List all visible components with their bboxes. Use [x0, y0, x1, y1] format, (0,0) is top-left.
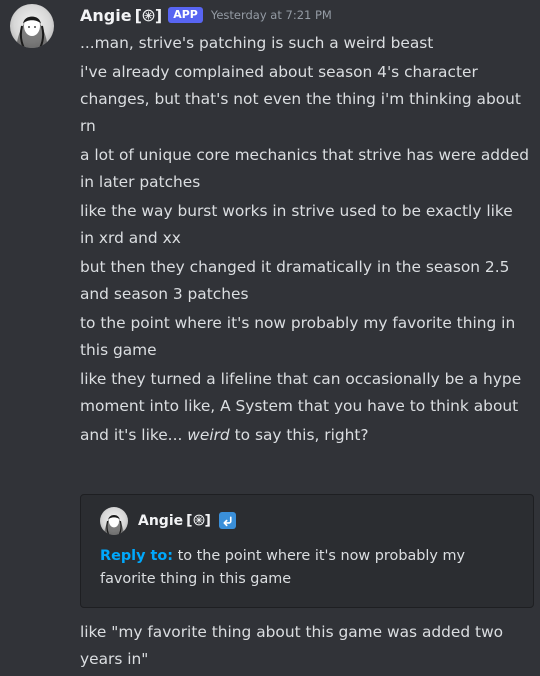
badge-open: [	[134, 5, 142, 25]
timestamp[interactable]: Yesterday at 7:21 PM	[211, 8, 332, 22]
reply-avatar[interactable]	[100, 507, 128, 535]
reply-author-name[interactable]: Angie	[138, 513, 183, 529]
avatar[interactable]	[10, 4, 54, 48]
message-line[interactable]: but then they changed it dramatically in…	[80, 254, 530, 308]
text-suffix: to say this, right?	[229, 426, 369, 444]
text-prefix: and it's like...	[80, 426, 188, 444]
message-line[interactable]: like they turned a lifeline that can occ…	[80, 366, 530, 420]
app-tag: APP	[168, 7, 203, 23]
message-header: Angie [ ] APP Yesterday at 7:21 PM	[80, 4, 332, 26]
server-badge-icon[interactable]: [ ]	[135, 6, 163, 25]
reply-arrow-icon[interactable]	[218, 512, 236, 529]
message-line[interactable]: like the way burst works in strive used …	[80, 198, 530, 252]
message-list: ...man, strive's patching is such a weir…	[80, 30, 530, 451]
message-line[interactable]: a lot of unique core mechanics that stri…	[80, 142, 530, 196]
reply-author: Angie [ ]	[138, 512, 236, 529]
reply-label: Reply to:	[100, 548, 173, 564]
message-line[interactable]: ...man, strive's patching is such a weir…	[80, 30, 530, 57]
message-after-reply: like "my favorite thing about this game …	[80, 619, 530, 675]
message-line[interactable]: i've already complained about season 4's…	[80, 59, 530, 140]
reply-content: Reply to: to the point where it's now pr…	[100, 545, 520, 591]
badge-close: ]	[204, 512, 211, 529]
message-line[interactable]: and it's like... weird to say this, righ…	[80, 422, 530, 449]
author-name[interactable]: Angie	[80, 6, 132, 25]
reply-card[interactable]: Angie [ ] Reply to: to the point where i…	[80, 494, 534, 608]
message-line[interactable]: like "my favorite thing about this game …	[80, 619, 530, 673]
message-line[interactable]: to the point where it's now probably my …	[80, 310, 530, 364]
server-badge-icon: [ ]	[186, 513, 211, 529]
badge-close: ]	[154, 5, 163, 25]
text-emphasis: weird	[187, 426, 230, 444]
